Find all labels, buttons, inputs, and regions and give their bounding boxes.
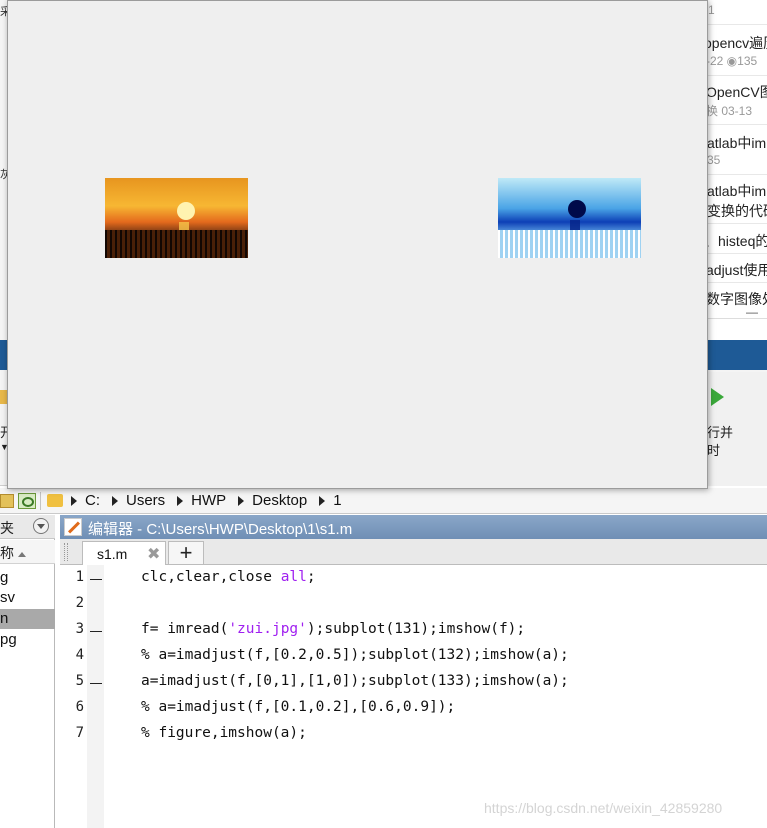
editor-tabs: s1.m ✖ +: [60, 539, 767, 565]
file-row-selected[interactable]: n: [0, 609, 55, 629]
line-number: 3: [75, 621, 84, 637]
chevron-right-icon[interactable]: [112, 495, 118, 506]
original-image-sunset: [105, 178, 248, 258]
blog-link[interactable]: OpenCV图: [706, 82, 767, 102]
tab-label: s1.m: [97, 546, 128, 562]
desktop: 1 opencv遍历 -22 ◉135 OpenCV图 换 03-13 atla…: [0, 0, 767, 828]
panel-title: 夹: [0, 520, 14, 536]
blog-meta: 变换的代码: [707, 203, 767, 219]
code-text: f= imread(: [141, 621, 229, 637]
grass-silhouette: [105, 230, 248, 258]
tab-s1-m[interactable]: s1.m ✖: [82, 541, 166, 565]
new-tab-button[interactable]: +: [168, 541, 204, 565]
code-comment-line[interactable]: % a=imadjust(f,[0.2,0.5]);subplot(132);i…: [141, 647, 569, 663]
breadcrumb: C: Users HWP Desktop 1: [71, 492, 354, 509]
file-row[interactable]: g: [0, 568, 55, 588]
code-comment-line[interactable]: % figure,imshow(a);: [141, 725, 307, 741]
name-column-header[interactable]: 称: [0, 540, 55, 564]
file-row[interactable]: sv: [0, 588, 55, 608]
sort-asc-icon: [18, 551, 26, 557]
breadcrumb-item[interactable]: Desktop: [252, 492, 307, 509]
line-number: 2: [75, 595, 84, 611]
current-folder-bar: C: Users HWP Desktop 1: [0, 488, 767, 514]
blog-link[interactable]: opencv遍历: [704, 33, 767, 53]
executable-line-marker: [90, 579, 102, 580]
breakpoint-gutter[interactable]: [87, 565, 104, 828]
watermark: https://blog.csdn.net/weixin_42859280: [484, 800, 723, 816]
editor-panel: 编辑器 - C:\Users\HWP\Desktop\1\s1.m s1.m ✖…: [60, 515, 767, 828]
line-number: 6: [75, 699, 84, 715]
code-comment-line[interactable]: % a=imadjust(f,[0.1,0.2],[0.6,0.9]);: [141, 699, 455, 715]
breadcrumb-item[interactable]: C:: [85, 492, 100, 509]
column-header-label: 称: [0, 545, 14, 561]
run-label: 行并: [707, 425, 734, 440]
figure-window[interactable]: [7, 0, 708, 489]
chevron-right-icon[interactable]: [319, 495, 326, 506]
code-string: 'zui.jpg': [228, 621, 307, 637]
editor-icon: [64, 518, 82, 536]
drag-handle[interactable]: [64, 543, 68, 561]
refresh-icon[interactable]: [18, 492, 36, 509]
code-line[interactable]: clc,clear,close all;: [141, 569, 316, 585]
line-number: 1: [75, 569, 84, 585]
chevron-right-icon[interactable]: [238, 495, 245, 506]
line-number: 5: [75, 673, 84, 689]
run-and-time-button[interactable]: 行并 时: [706, 372, 767, 486]
blog-meta: -22 ◉135: [706, 54, 758, 68]
breadcrumb-item[interactable]: Users: [126, 492, 165, 509]
sun-shape: [177, 202, 195, 220]
blog-meta: 35: [707, 153, 721, 167]
close-icon[interactable]: ✖: [147, 544, 160, 564]
grass-inverted: [498, 230, 641, 258]
code-line[interactable]: f= imread('zui.jpg');subplot(131);imshow…: [141, 621, 525, 637]
chevron-right-icon[interactable]: [71, 495, 77, 506]
breadcrumb-item[interactable]: HWP: [191, 492, 226, 509]
blog-top-number: 1: [708, 3, 715, 17]
browse-folder-icon[interactable]: [0, 493, 14, 508]
blog-link[interactable]: atlab中im: [707, 181, 767, 201]
code-text: );subplot(131);imshow(f);: [306, 621, 526, 637]
blog-link[interactable]: atlab中im: [707, 133, 767, 153]
blog-meta: 换 03-13: [706, 104, 753, 118]
adjusted-image-negative: [498, 178, 641, 258]
blog-link[interactable]: 、histeq的: [704, 231, 767, 251]
breadcrumb-item[interactable]: 1: [333, 492, 341, 509]
code-keyword: all: [280, 569, 307, 585]
sun-shape-inverted: [568, 200, 586, 218]
file-row[interactable]: pg: [0, 630, 55, 650]
panel-menu-icon[interactable]: [33, 518, 49, 534]
code-text: clc,clear,close: [141, 569, 281, 585]
editor-titlebar: 编辑器 - C:\Users\HWP\Desktop\1\s1.m: [60, 515, 767, 539]
executable-line-marker: [90, 631, 102, 632]
line-number: 7: [75, 725, 84, 741]
chevron-right-icon[interactable]: [177, 495, 184, 506]
run-icon: [711, 388, 724, 406]
folder-icon: [47, 494, 63, 507]
panel-header: 夹: [0, 515, 55, 539]
run-label: 时: [707, 443, 721, 458]
current-folder-panel: 夹 称 g sv n pg: [0, 515, 55, 828]
divider: [40, 491, 41, 510]
executable-line-marker: [90, 683, 102, 684]
code-line[interactable]: a=imadjust(f,[0,1],[1,0]);subplot(133);i…: [141, 673, 569, 689]
blog-link[interactable]: adjust使用: [706, 260, 767, 280]
editor-title: 编辑器 - C:\Users\HWP\Desktop\1\s1.m: [88, 521, 353, 538]
code-text: ;: [306, 569, 316, 585]
blog-dash: —: [746, 305, 758, 319]
line-number: 4: [75, 647, 84, 663]
